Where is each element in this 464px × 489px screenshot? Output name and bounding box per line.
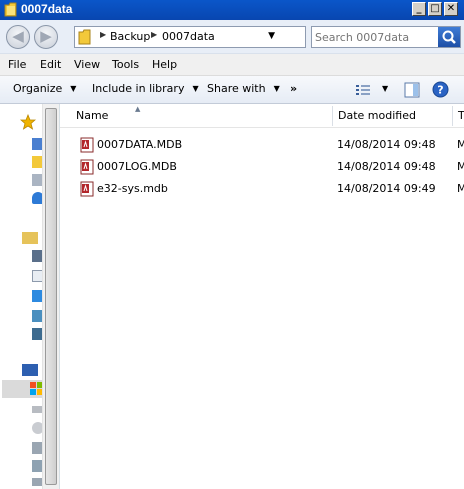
organize-label: Organize	[13, 82, 63, 95]
address-dropdown-icon[interactable]: ▼	[268, 31, 275, 41]
favorites-star-icon[interactable]	[20, 114, 36, 130]
svg-text:?: ?	[437, 84, 443, 97]
forward-button[interactable]: ▶	[34, 25, 58, 49]
chevron-down-icon: ▼	[192, 84, 199, 93]
more-commands-button[interactable]: »	[290, 82, 297, 95]
nav-scrollbar[interactable]	[42, 104, 59, 489]
minimize-button[interactable]: _	[412, 2, 426, 16]
file-name: e32-sys.mdb	[97, 182, 168, 195]
organize-button[interactable]: Organize ▼	[13, 82, 76, 95]
close-button[interactable]: ✕	[444, 2, 458, 16]
breadcrumb-backup[interactable]: Backup	[110, 30, 150, 43]
share-with-button[interactable]: Share with ▼	[207, 82, 280, 95]
chevron-down-icon: ▼	[273, 84, 280, 93]
column-header-date-modified[interactable]: Date modified	[332, 104, 452, 128]
nav-scrollbar-thumb[interactable]	[45, 108, 57, 485]
file-name: 0007DATA.MDB	[97, 138, 183, 151]
include-in-library-button[interactable]: Include in library ▼	[92, 82, 199, 95]
menu-tools[interactable]: Tools	[112, 58, 139, 71]
back-button[interactable]: ◀	[6, 25, 30, 49]
window-title: 0007data	[21, 2, 73, 16]
menu-bar: File Edit View Tools Help	[0, 54, 464, 76]
file-name: 0007LOG.MDB	[97, 160, 177, 173]
navigation-pane[interactable]	[0, 104, 60, 489]
file-date: 14/08/2014 09:48	[337, 138, 436, 151]
file-date: 14/08/2014 09:48	[337, 160, 436, 173]
access-database-icon	[80, 137, 94, 153]
access-database-icon	[80, 181, 94, 197]
chevron-down-icon: ▼	[70, 84, 77, 93]
file-type: M	[457, 160, 464, 173]
breadcrumb-0007data[interactable]: 0007data	[162, 30, 215, 43]
file-date: 14/08/2014 09:49	[337, 182, 436, 195]
address-bar[interactable]: ▶ Backup ▶ 0007data ▼ ⟳	[74, 26, 378, 48]
search-icon	[442, 30, 456, 44]
menu-help[interactable]: Help	[152, 58, 177, 71]
chevron-right-icon[interactable]: ▶	[151, 30, 157, 39]
folder-icon	[78, 29, 91, 45]
column-header-name[interactable]: Name	[70, 104, 332, 128]
computer-icon[interactable]	[22, 364, 38, 376]
file-row[interactable]: e32-sys.mdb 14/08/2014 09:49 M	[60, 179, 464, 199]
search-button[interactable]	[438, 27, 460, 47]
title-bar[interactable]: 0007data _ □ ✕	[0, 0, 464, 20]
help-icon[interactable]: ?	[432, 81, 449, 98]
share-with-label: Share with	[207, 82, 266, 95]
search-box[interactable]	[311, 26, 461, 48]
view-dropdown-icon[interactable]: ▼	[382, 84, 388, 93]
view-options-icon[interactable]	[355, 83, 371, 97]
address-toolbar: ◀ ▶ ▶ Backup ▶ 0007data ▼ ⟳	[0, 20, 464, 54]
file-row[interactable]: 0007DATA.MDB 14/08/2014 09:48 M	[60, 135, 464, 155]
file-type: M	[457, 138, 464, 151]
file-list[interactable]: ▲ Name Date modified T 0007DATA.MDB 14/0…	[60, 104, 464, 489]
menu-edit[interactable]: Edit	[40, 58, 61, 71]
libraries-icon[interactable]	[22, 232, 38, 244]
folder-icon	[4, 2, 17, 17]
access-database-icon	[80, 159, 94, 175]
search-input[interactable]	[315, 29, 435, 45]
menu-view[interactable]: View	[74, 58, 100, 71]
chevron-right-icon[interactable]: ▶	[100, 30, 106, 39]
column-headers: ▲ Name Date modified T	[60, 104, 464, 128]
preview-pane-icon[interactable]	[404, 82, 420, 98]
menu-file[interactable]: File	[8, 58, 26, 71]
include-in-library-label: Include in library	[92, 82, 185, 95]
file-row[interactable]: 0007LOG.MDB 14/08/2014 09:48 M	[60, 157, 464, 177]
maximize-button[interactable]: □	[428, 2, 442, 16]
file-type: M	[457, 182, 464, 195]
column-header-type[interactable]: T	[452, 104, 464, 128]
command-bar: Organize ▼ Include in library ▼ Share with…	[0, 76, 464, 104]
